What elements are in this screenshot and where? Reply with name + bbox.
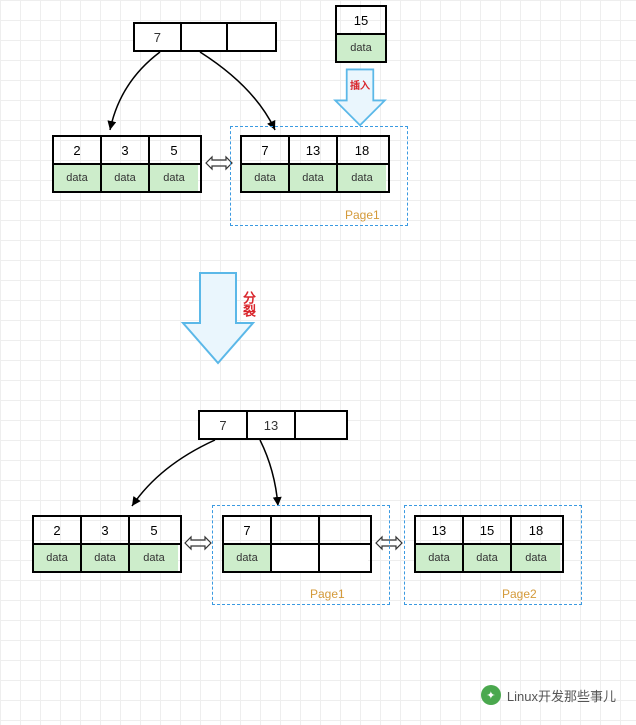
bottom-root-arrows	[120, 440, 350, 515]
cell: data	[34, 545, 82, 571]
split-arrow: 分裂	[178, 268, 258, 368]
cell: 5	[130, 517, 178, 543]
top-root: 7	[133, 22, 277, 52]
cell: 13	[248, 412, 296, 438]
cell: data	[82, 545, 130, 571]
bottom-page1-label: Page1	[310, 587, 345, 601]
root-key-1	[182, 24, 229, 50]
bottom-page2-box	[404, 505, 582, 605]
top-page1-box	[230, 126, 408, 226]
bottom-page2-label: Page2	[502, 587, 537, 601]
top-page1-label: Page1	[345, 208, 380, 222]
split-label: 分裂	[178, 286, 258, 322]
insert-key: 15	[337, 7, 385, 33]
cell: 2	[54, 137, 102, 163]
cell: 2	[34, 517, 82, 543]
top-leaf-left: 2 3 5 data data data	[52, 135, 202, 193]
watermark-text: Linux开发那些事儿	[507, 686, 616, 705]
cell: 3	[82, 517, 130, 543]
top-root-arrows	[100, 52, 300, 137]
cell: data	[102, 165, 150, 191]
cell: 5	[150, 137, 198, 163]
wechat-icon: ✦	[481, 685, 501, 705]
insert-label: 插入	[332, 77, 388, 92]
bottom-bidir-1	[183, 533, 213, 553]
cell: 7	[200, 412, 248, 438]
insert-node: 15 data	[335, 5, 387, 63]
bottom-root: 7 13	[198, 410, 348, 440]
cell: data	[130, 545, 178, 571]
cell: 3	[102, 137, 150, 163]
root-key-0: 7	[135, 24, 182, 50]
bottom-page1-box	[212, 505, 390, 605]
cell: data	[150, 165, 198, 191]
insert-arrow: 插入	[332, 65, 388, 127]
background-grid	[0, 0, 636, 725]
bottom-leaf-left: 2 3 5 data data data	[32, 515, 182, 573]
insert-data: data	[337, 35, 385, 61]
root-key-2	[228, 24, 275, 50]
cell	[296, 412, 344, 438]
cell: data	[54, 165, 102, 191]
watermark: ✦ Linux开发那些事儿	[481, 685, 616, 705]
